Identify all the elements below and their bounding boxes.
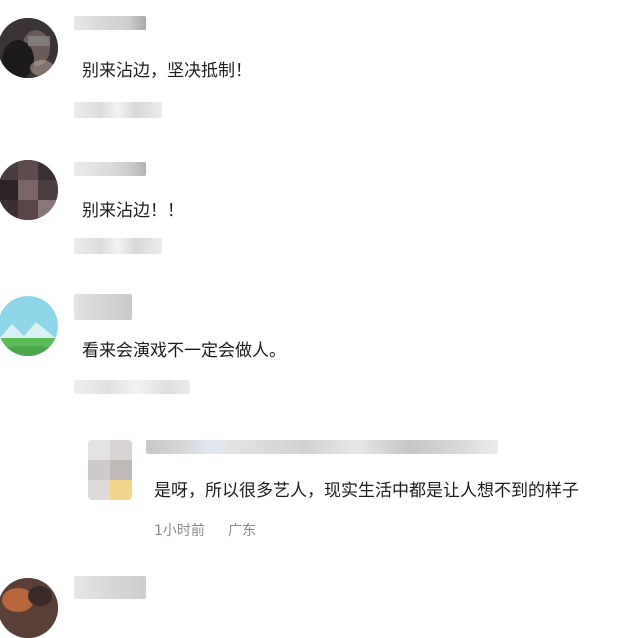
meta-blurred xyxy=(74,102,162,118)
avatar[interactable] xyxy=(0,578,58,638)
avatar[interactable] xyxy=(0,160,58,220)
reply-time: 1小时前 xyxy=(154,523,205,539)
username-blurred[interactable] xyxy=(74,16,146,30)
landscape-avatar-icon xyxy=(0,296,58,356)
username-blurred[interactable] xyxy=(74,162,146,176)
reply-avatar[interactable] xyxy=(88,440,132,500)
comment-item-1: 别来沾边，坚决抵制！ xyxy=(0,0,640,140)
comment-text: 别来沾边！！ xyxy=(82,201,184,221)
avatar[interactable] xyxy=(0,296,58,356)
reply-location: 广东 xyxy=(228,523,256,539)
comment-text: 看来会演戏不一定会做人。 xyxy=(82,341,286,361)
avatar-photo-image xyxy=(0,578,58,638)
reply-item: 是呀，所以很多艺人，现实生活中都是让人想不到的样子 1小时前 广东 xyxy=(0,420,640,560)
comment-item-4-partial xyxy=(0,560,640,638)
reply-text: 是呀，所以很多艺人，现实生活中都是让人想不到的样子 xyxy=(154,481,579,501)
avatar-photo-image xyxy=(0,18,58,78)
comment-item-2: 别来沾边！！ xyxy=(0,140,640,280)
comment-item-3: 看来会演戏不一定会做人。 xyxy=(0,280,640,410)
avatar[interactable] xyxy=(0,18,58,78)
meta-blurred xyxy=(74,238,162,254)
comment-text: 别来沾边，坚决抵制！ xyxy=(82,61,252,81)
username-blurred[interactable] xyxy=(74,576,146,599)
username-blurred[interactable] xyxy=(74,294,132,320)
meta-blurred xyxy=(74,380,190,394)
reply-header-blurred xyxy=(146,440,498,454)
